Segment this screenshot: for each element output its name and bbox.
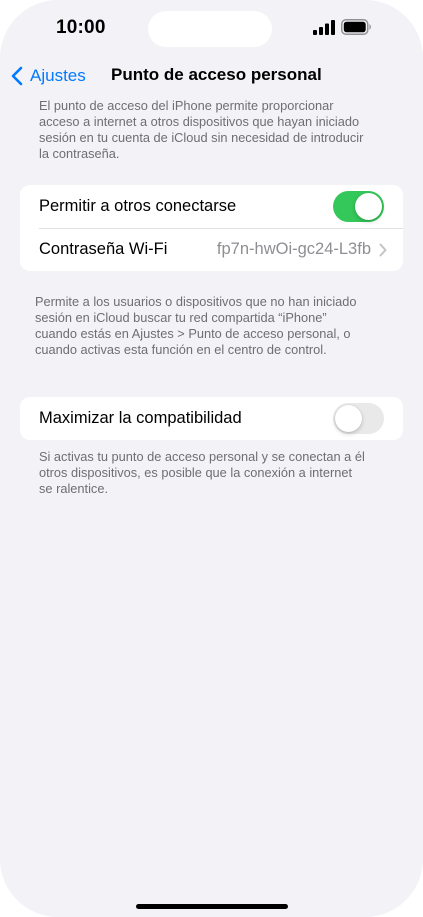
- navigation-bar: Ajustes Punto de acceso personal: [0, 58, 423, 92]
- allow-others-row: Permitir a otros conectarse: [20, 185, 403, 228]
- maximize-compat-row: Maximizar la compatibilidad: [20, 397, 403, 440]
- wifi-password-row[interactable]: Contraseña Wi-Fi fp7n-hwOi-gc24-L3fb: [20, 228, 403, 271]
- compatibility-group: Maximizar la compatibilidad: [20, 397, 403, 440]
- status-time: 10:00: [56, 17, 106, 38]
- toggle-knob: [335, 405, 362, 432]
- battery-icon: [341, 19, 371, 35]
- allow-others-label: Permitir a otros conectarse: [39, 197, 237, 215]
- row-divider: [39, 228, 403, 229]
- toggle-knob: [355, 193, 382, 220]
- hotspot-settings-group: Permitir a otros conectarse Contraseña W…: [20, 185, 403, 271]
- intro-description: El punto de acceso del iPhone permite pr…: [39, 98, 364, 161]
- chevron-right-icon: [379, 243, 387, 256]
- home-indicator: [136, 904, 288, 909]
- wifi-password-label: Contraseña Wi-Fi: [39, 240, 168, 258]
- chevron-left-icon: [11, 66, 23, 86]
- back-button-label: Ajustes: [30, 66, 86, 85]
- compatibility-footer: Si activas tu punto de acceso personal y…: [39, 449, 365, 496]
- phone-screen: 10:00 Ajustes Punto de acceso personal E…: [0, 0, 423, 917]
- maximize-compat-toggle[interactable]: [333, 403, 384, 434]
- page-title: Punto de acceso personal: [111, 65, 322, 84]
- back-button[interactable]: Ajustes: [10, 64, 86, 88]
- wifi-password-value: fp7n-hwOi-gc24-L3fb: [216, 240, 371, 258]
- allow-others-footer: Permite a los usuarios o dispositivos qu…: [35, 294, 357, 357]
- status-bar: 10:00: [0, 0, 423, 58]
- maximize-compat-label: Maximizar la compatibilidad: [39, 409, 242, 427]
- dynamic-island: [148, 11, 272, 47]
- cellular-signal-icon: [313, 20, 335, 35]
- allow-others-toggle[interactable]: [333, 191, 384, 222]
